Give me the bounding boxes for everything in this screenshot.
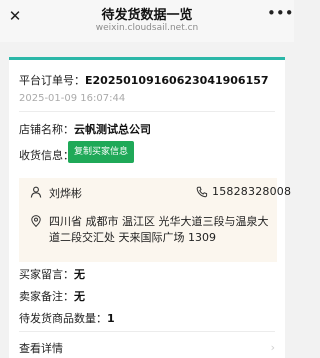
person-icon [30,186,42,198]
divider [19,111,275,112]
view-details-link[interactable]: 查看详情 [19,340,63,356]
store-name: 云帆测试总公司 [74,123,151,136]
store-row: 店铺名称：云帆测试总公司 [19,121,151,137]
quantity-value: 1 [107,312,115,325]
chevron-right-icon[interactable]: › [271,341,275,354]
receiver-label: 收货信息： [19,149,74,162]
receiver-name: 刘烨彬 [49,187,82,200]
page-url: weixin.cloudsail.net.cn [95,23,199,33]
divider [19,331,275,332]
phone-icon [196,186,208,198]
copy-buyer-info-button[interactable]: 复制买家信息 [68,141,134,163]
receiver-address: 四川省 成都市 温江区 光华大道三段与温泉大道二段交汇处 天来国际广场 1309 [49,215,269,244]
seller-note-row: 卖家备注：无 [19,288,85,304]
receiver-info-box: 刘烨彬 15828328008 四川省 成都市 温江区 光华大道三段与温泉大道二… [19,178,291,262]
seller-note-label: 卖家备注： [19,290,74,303]
order-datetime: 2025-01-09 16:07:44 [19,93,126,104]
page-title: 待发货数据一览 [101,8,193,23]
order-number-label: 平台订单号： [19,74,85,87]
buyer-message-label: 买家留言： [19,268,74,281]
order-number-value: E20250109160623041906157 [85,74,269,87]
order-number-row: 平台订单号：E20250109160623041906157 [19,72,269,88]
more-icon[interactable]: ••• [267,6,294,22]
order-card: 平台订单号：E20250109160623041906157 2025-01-0… [9,57,291,358]
buyer-message-value: 无 [74,268,85,281]
quantity-label: 待发货商品数量： [19,312,107,325]
receiver-phone: 15828328008 [212,185,292,198]
close-icon[interactable]: ✕ [7,8,23,24]
quantity-row: 待发货商品数量：1 [19,310,115,326]
location-pin-icon [31,215,41,227]
seller-note-value: 无 [74,290,85,303]
store-label: 店铺名称： [19,123,74,136]
top-bar: ✕ 待发货数据一览 weixin.cloudsail.net.cn ••• [0,0,294,42]
buyer-message-row: 买家留言：无 [19,266,85,282]
